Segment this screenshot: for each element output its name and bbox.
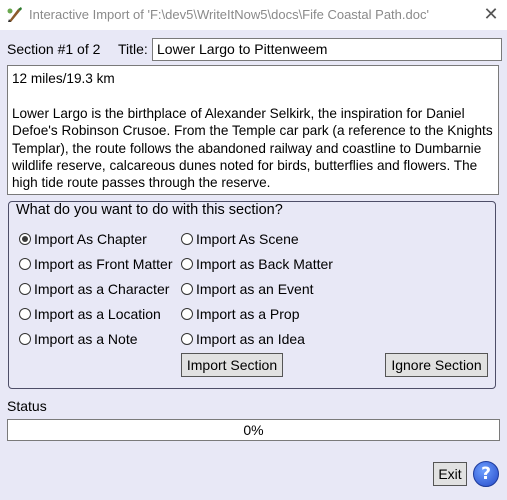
radio-label: Import as a Character (34, 281, 170, 297)
radio-import-as-location[interactable]: Import as a Location (19, 306, 161, 322)
window-title: Interactive Import of 'F:\dev5\WriteItNo… (29, 7, 429, 22)
status-label: Status (7, 398, 47, 414)
title-label: Title: (118, 41, 148, 57)
radio-button[interactable] (181, 283, 193, 295)
ignore-section-button[interactable]: Ignore Section (385, 353, 488, 377)
radio-import-as-event[interactable]: Import as an Event (181, 281, 314, 297)
radio-import-as-note[interactable]: Import as a Note (19, 331, 138, 347)
close-icon[interactable]: ✕ (479, 4, 503, 26)
section-text-area[interactable]: 12 miles/19.3 km Lower Largo is the birt… (7, 65, 499, 195)
radio-import-as-idea[interactable]: Import as an Idea (181, 331, 305, 347)
radio-import-as-character[interactable]: Import as a Character (19, 281, 169, 297)
radio-button[interactable] (19, 333, 31, 345)
title-bar: Interactive Import of 'F:\dev5\WriteItNo… (0, 0, 507, 30)
radio-button[interactable] (181, 258, 193, 270)
radio-label: Import as a Location (34, 306, 161, 322)
progress-bar: 0% (7, 419, 500, 441)
import-options-legend: What do you want to do with this section… (14, 202, 285, 218)
radio-button-selected[interactable] (19, 233, 31, 245)
title-input[interactable]: Lower Largo to Pittenweem (152, 38, 502, 61)
radio-label: Import as a Prop (196, 306, 300, 322)
radio-button[interactable] (181, 333, 193, 345)
progress-text: 0% (243, 422, 264, 438)
description-text: Lower Largo is the birthplace of Alexand… (12, 105, 493, 191)
radio-import-as-chapter[interactable]: Import As Chapter (19, 231, 147, 247)
help-icon[interactable]: ? (473, 461, 499, 487)
radio-label: Import as Back Matter (196, 256, 333, 272)
app-icon (7, 7, 22, 22)
radio-import-as-prop[interactable]: Import as a Prop (181, 306, 300, 322)
radio-label: Import As Chapter (34, 231, 147, 247)
radio-label: Import as a Note (34, 331, 138, 347)
radio-import-as-front-matter[interactable]: Import as Front Matter (19, 256, 172, 272)
radio-label: Import as an Idea (196, 331, 305, 347)
distance-text: 12 miles/19.3 km (12, 71, 115, 86)
radio-button[interactable] (181, 233, 193, 245)
radio-import-as-scene[interactable]: Import As Scene (181, 231, 299, 247)
radio-label: Import As Scene (196, 231, 299, 247)
radio-button[interactable] (19, 258, 31, 270)
radio-import-as-back-matter[interactable]: Import as Back Matter (181, 256, 333, 272)
exit-button[interactable]: Exit (433, 462, 467, 486)
radio-label: Import as an Event (196, 281, 314, 297)
radio-label: Import as Front Matter (34, 256, 173, 272)
radio-button[interactable] (19, 308, 31, 320)
section-counter: Section #1 of 2 (7, 41, 101, 57)
radio-button[interactable] (19, 283, 31, 295)
radio-button[interactable] (181, 308, 193, 320)
import-section-button[interactable]: Import Section (181, 353, 283, 377)
